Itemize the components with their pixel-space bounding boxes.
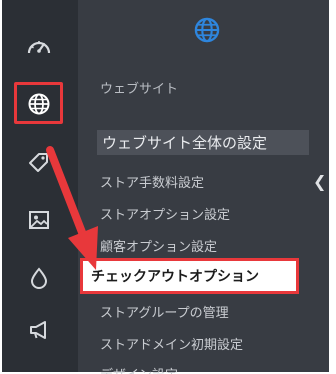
menu-item-store-domain[interactable]: ストアドメイン初期設定 [100,334,243,353]
icon-rail [2,0,78,372]
menu-item-store-options[interactable]: ストアオプション設定 [100,204,230,223]
menu-item-customer-options[interactable]: 顧客オプション設定 [100,236,217,255]
section-title: ウェブサイト全体の設定 [97,130,309,155]
menu-item-store-groups[interactable]: ストアグループの管理 [100,302,229,321]
section-label: ウェブサイト [100,82,179,97]
image-icon[interactable] [17,202,61,238]
droplet-icon[interactable] [17,260,61,296]
menu-item-store-fee[interactable]: ストア手数料設定 [100,172,204,191]
screenshot-frame: ウェブサイト ウェブサイト全体の設定 ストア手数料設定 ❮ ストアオプション設定… [0,0,336,374]
menu-item-checkout-options[interactable]: チェックアウトオプション [80,258,299,294]
tag-icon[interactable] [17,144,61,180]
menu-item-design[interactable]: デザイン設定 [100,364,178,374]
panel-globe-icon [193,16,221,44]
chevron-left-icon[interactable]: ❮ [313,172,326,191]
globe-highlight-box [14,82,63,124]
dashboard-gauge-icon[interactable] [17,28,61,64]
megaphone-icon[interactable] [17,312,61,348]
